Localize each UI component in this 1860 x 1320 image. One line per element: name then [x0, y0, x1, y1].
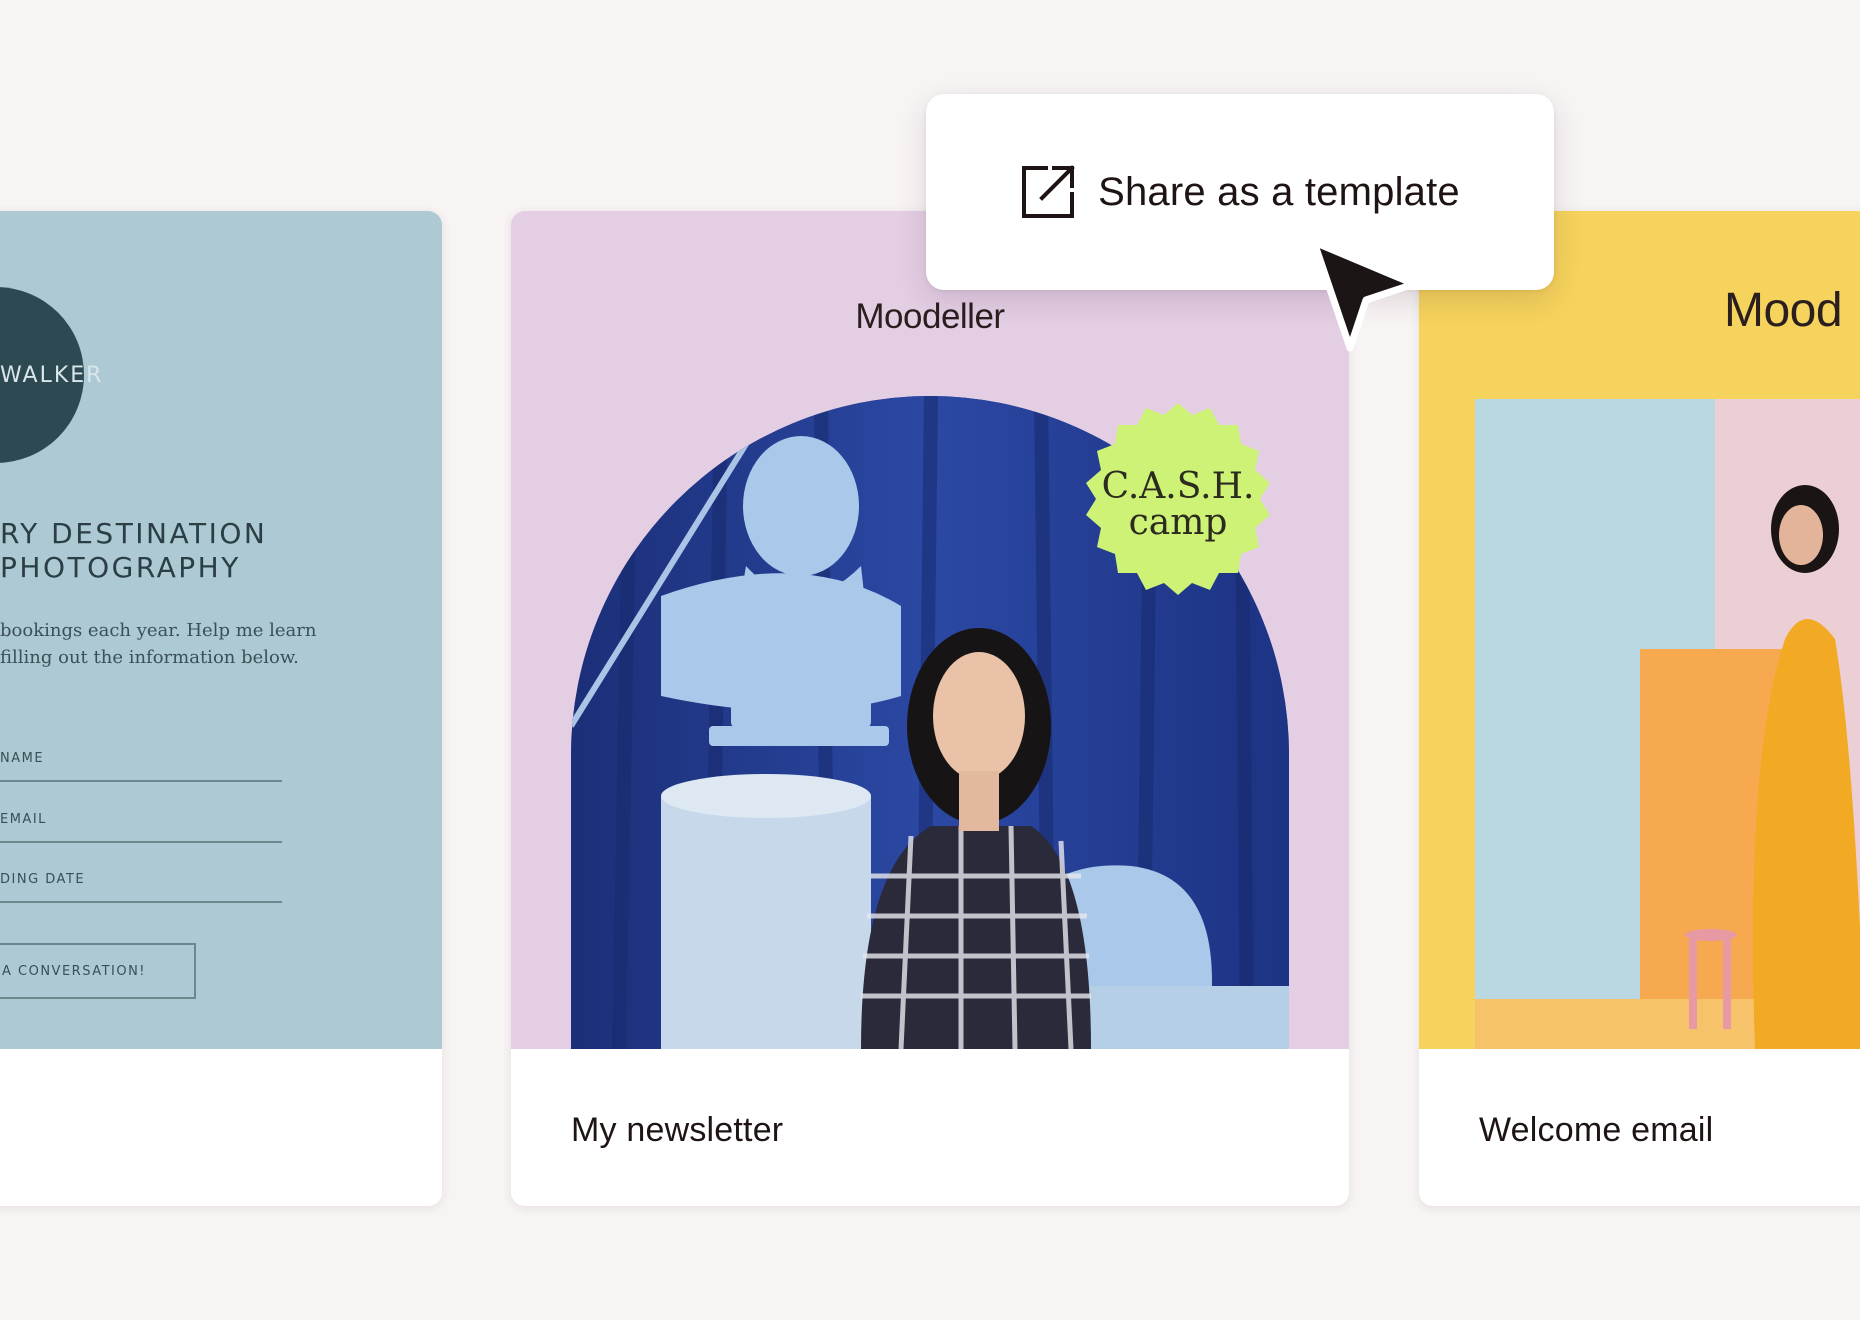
preview-field-date: DING DATE: [0, 872, 282, 903]
template-card-welcome-email[interactable]: Mood Welcome email: [1419, 211, 1860, 1206]
card-footer: [0, 1049, 442, 1206]
cash-camp-badge: C.A.S.H. camp: [1071, 395, 1285, 609]
share-as-template-label: Share as a template: [1098, 169, 1460, 214]
brand-name-text: WALKER: [0, 363, 104, 388]
share-as-template-button[interactable]: Share as a template: [1020, 164, 1460, 220]
mouse-cursor-icon: [1310, 238, 1418, 352]
preview-field-email: EMAIL: [0, 812, 282, 843]
preview-intro-text: bookings each year. Help me learn fillin…: [0, 620, 317, 668]
badge-line-1: C.A.S.H.: [1101, 466, 1255, 507]
hero-photo: [1475, 399, 1860, 1049]
card-preview: Mood: [1419, 211, 1860, 1049]
card-title[interactable]: Welcome email: [1479, 1111, 1713, 1150]
external-link-icon: [1020, 164, 1076, 220]
hero-photo-illustration: [1475, 399, 1860, 1049]
card-preview: WALKER RY DESTINATION PHOTOGRAPHY bookin…: [0, 211, 442, 1049]
card-preview: Moodeller C.A.S.H. camp: [511, 211, 1349, 1049]
share-as-template-popover[interactable]: Share as a template: [926, 94, 1554, 290]
badge-text: C.A.S.H. camp: [1071, 469, 1285, 541]
brand-logo: Moodeller: [855, 297, 1005, 336]
preview-heading: RY DESTINATION PHOTOGRAPHY: [0, 517, 268, 584]
template-card-photography[interactable]: WALKER RY DESTINATION PHOTOGRAPHY bookin…: [0, 211, 442, 1206]
preview-field-name: NAME: [0, 751, 282, 782]
template-card-my-newsletter[interactable]: Moodeller C.A.S.H. camp My newsletter: [511, 211, 1349, 1206]
card-footer: My newsletter: [511, 1049, 1349, 1206]
card-footer: Welcome email: [1419, 1049, 1860, 1206]
brand-logo: Mood: [1724, 284, 1843, 337]
preview-cta-button: A CONVERSATION!: [0, 943, 196, 999]
badge-line-2: camp: [1128, 502, 1228, 543]
card-title[interactable]: My newsletter: [571, 1111, 783, 1150]
